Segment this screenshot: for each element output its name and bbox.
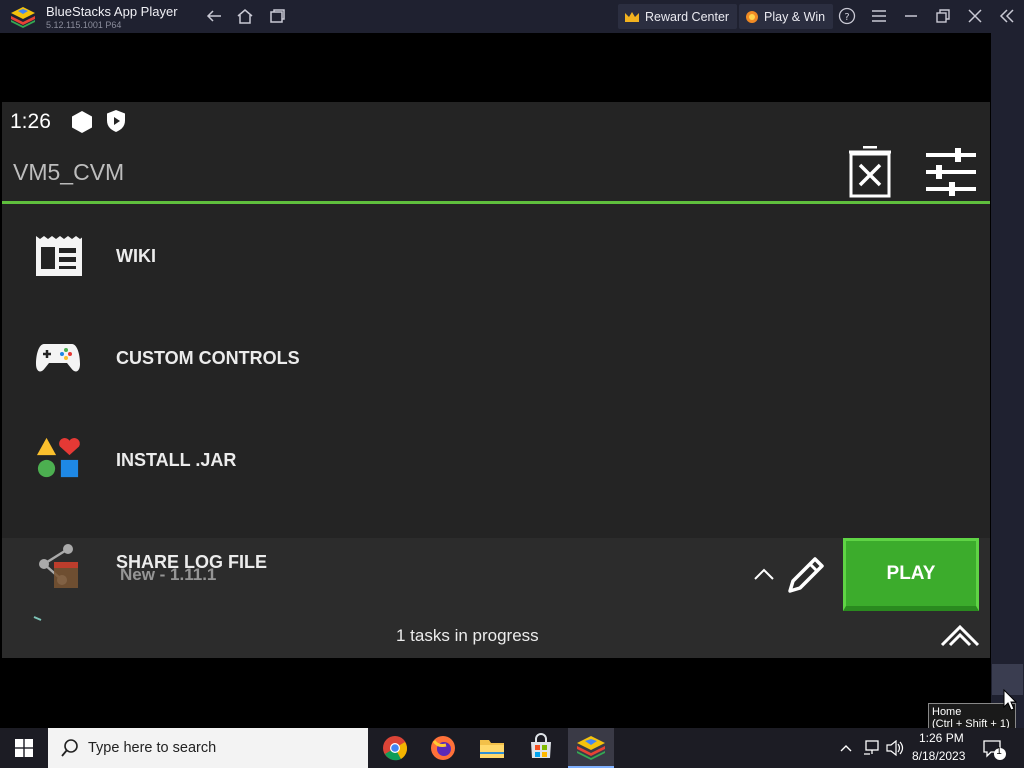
- shapes-icon: [36, 437, 80, 478]
- share-icon: [39, 544, 78, 588]
- wiki-icon: [36, 236, 82, 276]
- minimize-icon[interactable]: [902, 7, 920, 25]
- vm-name: VM5_CVM: [13, 159, 125, 185]
- file-explorer-icon[interactable]: [475, 733, 509, 763]
- progress-indicator: [33, 616, 42, 621]
- bluestacks-logo-icon: [11, 7, 35, 28]
- taskbar-clock-date[interactable]: 8/18/2023: [912, 749, 965, 763]
- back-icon[interactable]: [205, 7, 223, 25]
- side-toolbar: [991, 33, 1024, 728]
- status-bar-time: 1:26: [10, 110, 51, 133]
- play-win-button[interactable]: Play & Win: [739, 4, 834, 29]
- windows-start-icon[interactable]: [15, 739, 33, 757]
- shield-play-icon: [107, 110, 125, 132]
- close-icon[interactable]: [966, 7, 984, 25]
- reward-center-label: Reward Center: [645, 9, 730, 24]
- app-title: BlueStacks App Player: [46, 4, 178, 19]
- delete-cache-icon[interactable]: [848, 146, 892, 198]
- taskbar-search-input[interactable]: Type here to search: [48, 728, 368, 768]
- app-version: 5.12.115.1001 P64: [46, 20, 122, 30]
- collapse-sidebar-icon[interactable]: [998, 7, 1016, 25]
- speaker-icon[interactable]: [886, 740, 904, 756]
- menu-label-wiki: WIKI: [116, 246, 156, 266]
- chevron-up-icon[interactable]: [753, 567, 775, 581]
- multi-instance-icon[interactable]: [268, 7, 286, 25]
- svg-text:?: ?: [844, 12, 849, 23]
- mouse-cursor-icon: [1003, 689, 1017, 711]
- header-divider: [2, 201, 990, 204]
- home-icon[interactable]: [236, 7, 254, 25]
- crown-icon: [625, 11, 639, 22]
- notification-count-badge: 1: [996, 746, 1002, 757]
- help-icon[interactable]: ?: [838, 7, 856, 25]
- chrome-icon[interactable]: [378, 733, 412, 763]
- menu-icon[interactable]: [870, 7, 888, 25]
- tooltip-title: Home: [932, 706, 962, 718]
- settings-sliders-icon[interactable]: [925, 148, 977, 196]
- restore-icon[interactable]: [934, 7, 952, 25]
- edit-pencil-icon[interactable]: [784, 553, 828, 597]
- play-win-label: Play & Win: [764, 9, 826, 24]
- hexagon-icon: [72, 111, 92, 133]
- menu-label-custom-controls: CUSTOM CONTROLS: [116, 348, 300, 368]
- tasks-in-progress: 1 tasks in progress: [396, 626, 539, 645]
- network-icon[interactable]: [862, 740, 880, 756]
- gamepad-icon: [36, 344, 80, 372]
- search-icon: [61, 739, 78, 757]
- version-selector[interactable]: New - 1.11.1: [120, 565, 216, 585]
- reward-center-button[interactable]: Reward Center: [618, 4, 738, 29]
- microsoft-store-icon[interactable]: [524, 733, 558, 763]
- taskbar-clock-time[interactable]: 1:26 PM: [919, 731, 964, 745]
- menu-label-install-jar: INSTALL .JAR: [116, 450, 237, 470]
- firefox-icon[interactable]: [426, 733, 460, 763]
- bluestacks-taskbar-icon[interactable]: [574, 733, 608, 763]
- expand-tasks-icon[interactable]: [940, 623, 980, 647]
- tray-chevron-up-icon[interactable]: [838, 740, 854, 756]
- play-button[interactable]: PLAY: [843, 538, 979, 611]
- play-win-icon: [746, 10, 758, 23]
